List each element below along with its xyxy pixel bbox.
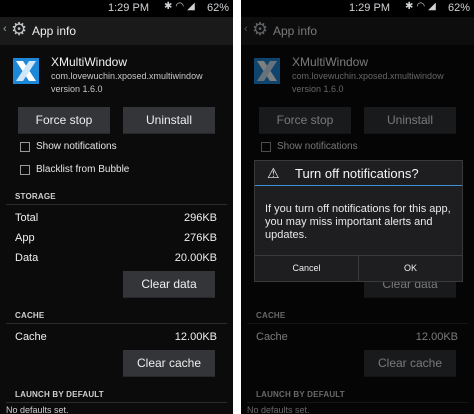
battery-level: 62% <box>207 2 230 14</box>
app-info-screen-with-dialog: 1:29 PM ✱◠◢ 62% ‹ ⚙ App info XMultiWindo… <box>241 0 474 414</box>
signal-icon: ◢ <box>428 1 439 12</box>
force-stop-button[interactable]: Force stop <box>18 107 110 134</box>
dialog-ok-button[interactable]: OK <box>359 255 462 281</box>
status-icons: ✱◠◢ <box>164 1 198 12</box>
launch-default-header: LAUNCH BY DEFAULT <box>15 390 104 399</box>
action-bar: ‹ ⚙ App info <box>0 17 233 45</box>
storage-data-label: Data <box>15 252 39 264</box>
wifi-icon: ◠ <box>416 1 429 12</box>
back-chevron-icon[interactable]: ‹ <box>3 23 7 35</box>
wifi-icon: ◠ <box>175 1 188 12</box>
storage-total-label: Total <box>15 212 39 224</box>
app-name: XMultiWindow <box>51 55 128 69</box>
signal-icon: ◢ <box>187 1 198 12</box>
turn-off-notifications-dialog: ⚠ Turn off notifications? If you turn of… <box>254 160 463 282</box>
status-icons: ✱◠◢ <box>405 1 439 12</box>
page-title: App info <box>32 24 77 38</box>
divider <box>6 402 227 403</box>
bluetooth-icon: ✱ <box>164 1 176 12</box>
clear-data-button[interactable]: Clear data <box>123 271 215 298</box>
dialog-cancel-button[interactable]: Cancel <box>255 255 358 281</box>
app-info-content: XMultiWindow com.lovewuchin.xposed.xmult… <box>0 45 233 414</box>
battery-level: 62% <box>448 2 471 14</box>
divider <box>6 323 227 324</box>
storage-header: STORAGE <box>15 192 56 201</box>
blacklist-bubble-checkbox[interactable] <box>20 165 30 175</box>
status-clock: 1:29 PM <box>108 2 149 14</box>
dialog-message: If you turn off notifications for this a… <box>265 203 451 241</box>
cache-header: CACHE <box>15 311 45 320</box>
bluetooth-icon: ✱ <box>405 1 417 12</box>
app-package: com.lovewuchin.xposed.xmultiwindow <box>51 71 203 81</box>
status-clock: 1:29 PM <box>349 2 390 14</box>
app-version: version 1.6.0 <box>51 84 103 94</box>
xmultiwindow-logo-icon <box>13 58 39 84</box>
app-info-screen: 1:29 PM ✱◠◢ 62% ‹ ⚙ App info XMultiWindo… <box>0 0 233 414</box>
show-notifications-label: Show notifications <box>36 141 117 152</box>
storage-data-value: 20.00KB <box>174 252 217 264</box>
dialog-title-divider <box>255 185 462 186</box>
storage-app-label: App <box>15 232 35 244</box>
show-notifications-checkbox[interactable] <box>20 142 30 152</box>
gear-icon[interactable]: ⚙ <box>11 19 27 40</box>
launch-default-status: No defaults set. <box>6 405 69 414</box>
clear-cache-button[interactable]: Clear cache <box>123 350 215 377</box>
cache-value: 12.00KB <box>174 331 217 343</box>
warning-icon: ⚠ <box>267 165 280 181</box>
uninstall-button[interactable]: Uninstall <box>123 107 215 134</box>
cache-label: Cache <box>15 331 47 343</box>
divider <box>6 204 227 205</box>
storage-total-value: 296KB <box>183 212 217 224</box>
storage-app-value: 276KB <box>183 232 217 244</box>
blacklist-bubble-label: Blacklist from Bubble <box>36 164 130 175</box>
status-bar: 1:29 PM ✱◠◢ 62% <box>241 0 474 17</box>
dialog-header: ⚠ Turn off notifications? <box>255 161 462 184</box>
dialog-title: Turn off notifications? <box>295 166 419 181</box>
status-bar: 1:29 PM ✱◠◢ 62% <box>0 0 233 17</box>
